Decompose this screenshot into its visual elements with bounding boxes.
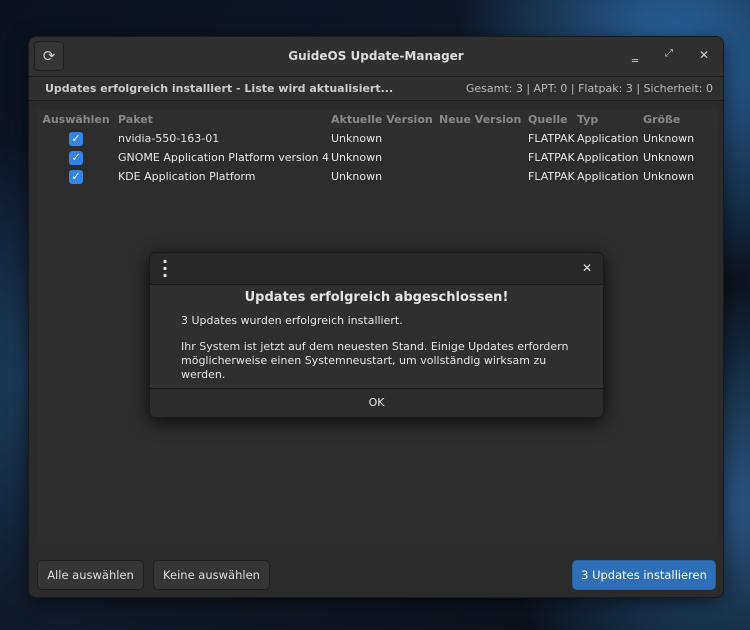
package-name: nvidia-550-163-01: [118, 132, 220, 145]
table-row[interactable]: ✓ GNOME Application Platform version 49 Un…: [37, 148, 717, 167]
package-name: KDE Application Platform: [118, 170, 256, 183]
header-package[interactable]: Paket: [115, 113, 329, 126]
menu-icon[interactable]: · · ·: [162, 254, 168, 284]
success-dialog: · · · ✕ Updates erfolgreich abgeschlossen!…: [149, 252, 604, 418]
table-row[interactable]: ✓ KDE Application Platform Unknown FLATPAK A…: [37, 167, 717, 186]
table-row[interactable]: ✓ nvidia-550-163-01 Unknown FLATPAK Applicat…: [37, 129, 717, 148]
header-type[interactable]: Typ: [577, 113, 643, 126]
install-updates-button[interactable]: 3 Updates installieren: [572, 560, 716, 590]
checkmark-icon[interactable]: ✓: [69, 131, 83, 146]
source: FLATPAK: [528, 151, 575, 164]
maximize-button[interactable]: ⤢: [665, 48, 673, 59]
source: FLATPAK: [528, 170, 575, 183]
table-header: Auswählen Paket Aktuelle Version Neue Ve…: [37, 109, 717, 129]
header-new-version[interactable]: Neue Version: [437, 113, 527, 126]
dialog-titlebar: · · · ✕: [150, 253, 603, 285]
current-version: Unknown: [331, 170, 383, 183]
size: Unknown: [643, 132, 695, 145]
titlebar: ⟳ GuideOS Update-Manager ‗ ⤢ ✕: [29, 37, 723, 77]
status-summary: Gesamt: 3 | APT: 0 | Flatpak: 3 | Sicher…: [465, 82, 713, 95]
header-current-version[interactable]: Aktuelle Version: [329, 113, 437, 126]
dialog-close-button[interactable]: ✕: [582, 261, 592, 275]
select-checkbox[interactable]: ✓: [37, 169, 115, 184]
header-source[interactable]: Quelle: [527, 113, 577, 126]
window-title: GuideOS Update-Manager: [288, 49, 464, 63]
status-message: Updates erfolgreich installiert - Liste …: [45, 82, 394, 95]
header-size[interactable]: Größe: [643, 113, 713, 126]
ok-button[interactable]: OK: [150, 388, 603, 417]
select-checkbox[interactable]: ✓: [37, 150, 115, 165]
source: FLATPAK: [528, 132, 575, 145]
select-all-button[interactable]: Alle auswählen: [37, 560, 144, 590]
dialog-line2: Ihr System ist jetzt auf dem neuesten St…: [181, 340, 569, 381]
dialog-heading: Updates erfolgreich abgeschlossen!: [244, 290, 509, 305]
current-version: Unknown: [331, 132, 383, 145]
size: Unknown: [643, 151, 695, 164]
select-checkbox[interactable]: ✓: [37, 131, 115, 146]
type: Application: [577, 151, 639, 164]
close-button[interactable]: ✕: [699, 48, 709, 62]
minimize-button[interactable]: ‗: [632, 48, 638, 62]
checkmark-icon[interactable]: ✓: [69, 169, 83, 184]
type: Application: [577, 132, 639, 145]
type: Application: [577, 170, 639, 183]
checkmark-icon[interactable]: ✓: [69, 150, 83, 165]
header-select[interactable]: Auswählen: [37, 113, 115, 126]
status-bar: Updates erfolgreich installiert - Liste …: [29, 77, 723, 101]
size: Unknown: [643, 170, 695, 183]
dialog-line1: 3 Updates wurden erfolgreich installiert…: [181, 314, 403, 327]
select-none-button[interactable]: Keine auswählen: [153, 560, 270, 590]
current-version: Unknown: [331, 151, 383, 164]
package-name: GNOME Application Platform version 49: [118, 151, 329, 164]
